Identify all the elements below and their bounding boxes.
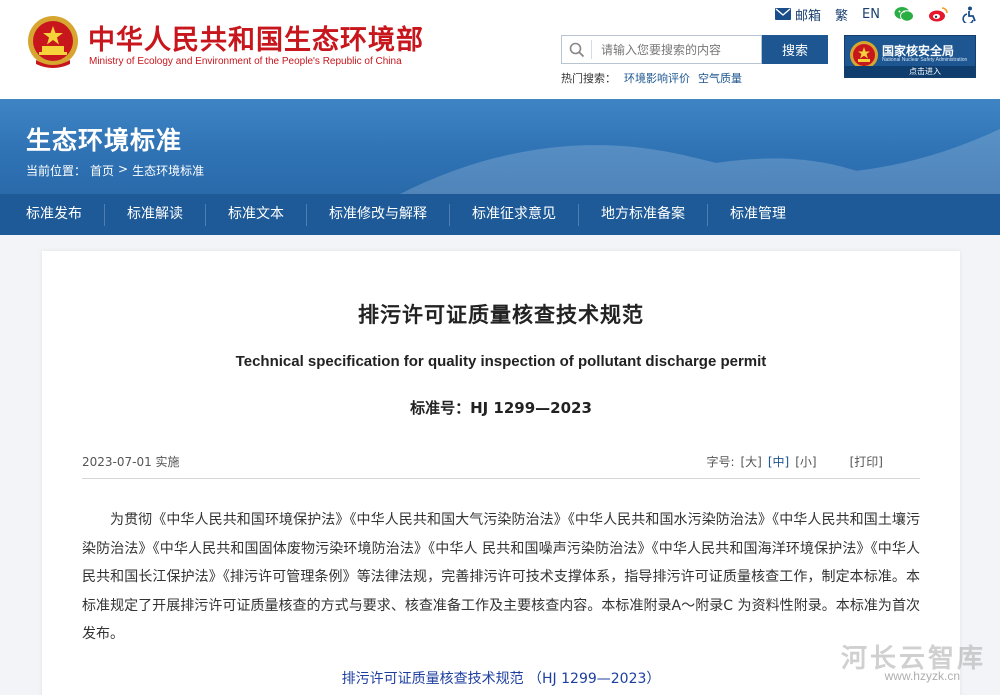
font-size-label: 字号:: [706, 455, 735, 469]
banner-decoration: [400, 129, 1000, 194]
article-meta: 2023-07-01 实施 字号: [大] [中] [小] [打印]: [82, 447, 920, 479]
standard-document-link[interactable]: 排污许可证质量核查技术规范 （HJ 1299—2023）: [42, 668, 960, 688]
weibo-icon: [929, 7, 948, 22]
mail-label: 邮箱: [795, 8, 822, 24]
wechat-link[interactable]: [894, 6, 914, 22]
site-header: 中华人民共和国生态环境部 Ministry of Ecology and Env…: [0, 0, 1000, 99]
article-title-english: Technical specification for quality insp…: [235, 353, 767, 370]
mail-link[interactable]: 邮箱: [775, 5, 821, 24]
nav-standard-consultation[interactable]: 标准征求意见: [450, 194, 578, 235]
font-size-tools: 字号: [大] [中] [小] [打印]: [706, 453, 883, 470]
wechat-icon: [894, 7, 914, 22]
breadcrumb-label: 当前位置：: [26, 164, 87, 178]
accessibility-icon: [962, 6, 976, 23]
site-title[interactable]: 中华人民共和国生态环境部: [88, 18, 424, 57]
english-label: EN: [862, 6, 880, 22]
breadcrumb: 当前位置： 首页 > 生态环境标准: [26, 162, 204, 179]
english-link[interactable]: EN: [862, 7, 880, 22]
article-card: 排污许可证质量核查技术规范 Technical specification fo…: [42, 251, 960, 695]
breadcrumb-current[interactable]: 生态环境标准: [132, 162, 204, 179]
nav-standard-management[interactable]: 标准管理: [708, 194, 808, 235]
hot-search-label: 热门搜索：: [561, 72, 616, 85]
nnsa-entry-button[interactable]: 国家核安全局 National Nuclear Safety Administr…: [844, 35, 976, 78]
nav-standard-interpretation[interactable]: 标准解读: [105, 194, 205, 235]
hot-searches: 热门搜索： 环境影响评价 空气质量: [561, 70, 742, 86]
traditional-label: 繁: [835, 8, 849, 24]
watermark-url: www.hzyzk.cn: [884, 669, 960, 683]
nnsa-enter-label: 点击进入: [845, 66, 975, 77]
mail-icon: [775, 8, 792, 20]
hot-search-air-quality[interactable]: 空气质量: [698, 72, 742, 85]
search-icon[interactable]: [562, 40, 592, 59]
search-box: [561, 35, 762, 64]
nav-standard-release[interactable]: 标准发布: [4, 194, 104, 235]
hot-search-eia[interactable]: 环境影响评价: [624, 72, 690, 85]
accessibility-link[interactable]: [962, 6, 978, 23]
nav-local-standard-filing[interactable]: 地方标准备案: [579, 194, 707, 235]
effective-date: 2023-07-01 实施: [82, 455, 180, 469]
article-title: 排污许可证质量核查技术规范: [358, 303, 644, 327]
print-button[interactable]: [打印]: [850, 453, 883, 470]
font-medium-button[interactable]: [中]: [768, 453, 789, 470]
page-title: 生态环境标准: [26, 126, 183, 155]
top-links: 邮箱 繁 EN: [775, 4, 978, 24]
traditional-chinese-link[interactable]: 繁: [835, 5, 848, 24]
nav-standard-text[interactable]: 标准文本: [206, 194, 306, 235]
site-subtitle: Ministry of Ecology and Environment of t…: [89, 56, 402, 67]
breadcrumb-home[interactable]: 首页: [90, 162, 114, 179]
standard-number: 标准号：HJ 1299—2023: [410, 399, 592, 417]
font-small-button[interactable]: [小]: [795, 453, 816, 470]
search-input[interactable]: [592, 42, 758, 57]
nnsa-subtitle: National Nuclear Safety Administration: [882, 57, 968, 63]
national-emblem-icon[interactable]: [26, 14, 80, 70]
main-nav: 标准发布 标准解读 标准文本 标准修改与解释 标准征求意见 地方标准备案 标准管…: [0, 194, 1000, 235]
breadcrumb-separator: >: [118, 162, 129, 176]
font-large-button[interactable]: [大]: [741, 453, 762, 470]
article-body: 为贯彻《中华人民共和国环境保护法》《中华人民共和国大气污染防治法》《中华人民共和…: [82, 512, 920, 642]
page-banner: 生态环境标准 当前位置： 首页 > 生态环境标准: [0, 99, 1000, 194]
search-button[interactable]: 搜索: [762, 35, 828, 64]
nav-standard-amendment[interactable]: 标准修改与解释: [307, 194, 449, 235]
weibo-link[interactable]: [928, 6, 948, 22]
